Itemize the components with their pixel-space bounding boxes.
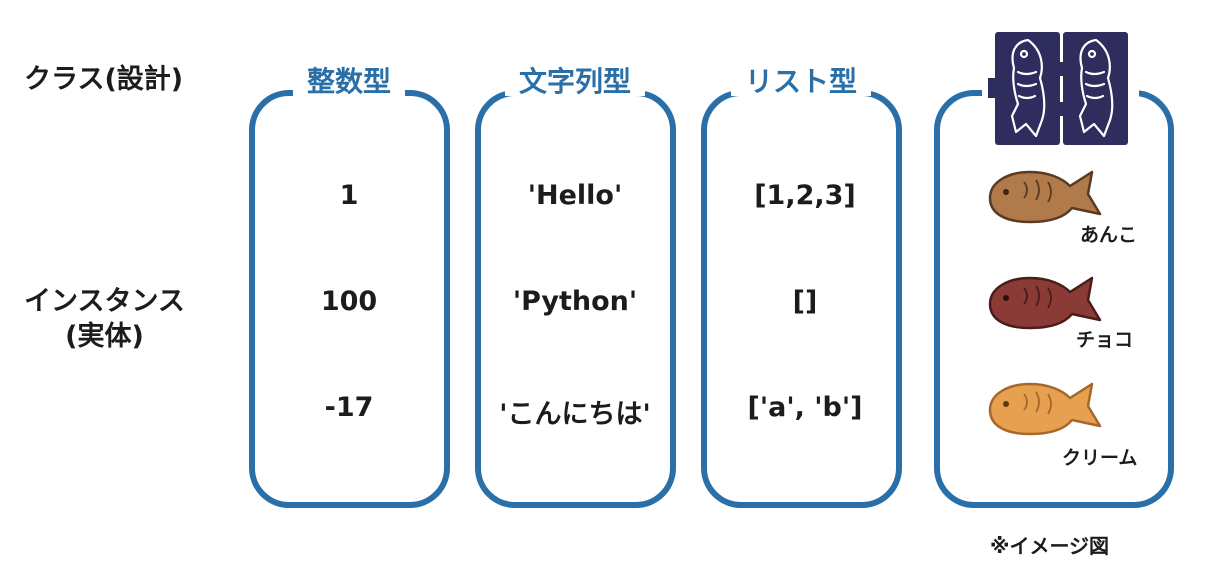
taiyaki-cream [984,376,1104,442]
int-value-3: -17 [324,392,374,423]
int-value-1: 1 [339,180,359,211]
str-value-1: 'Hello' [527,180,623,211]
instance-row-label: インスタンス (実体) [24,284,185,354]
str-value-3: 'こんにちは' [499,399,651,430]
taiyaki-cream-label: クリーム [1062,447,1138,469]
list-value-1: [1,2,3] [754,180,856,211]
int-type-title: 整数型 [292,68,406,96]
instance-label-line2: (実体) [65,321,144,353]
taiyaki-cream-icon [988,382,1102,436]
taiyaki-choco-label: チョコ [1076,329,1134,351]
list-value-2: [] [792,286,818,317]
str-value-2: 'Python' [512,286,638,317]
class-row-label: クラス(設計) [24,64,184,95]
str-type-title: 文字列型 [504,68,646,96]
image-note: ※イメージ図 [990,534,1110,558]
list-type-title: リスト型 [730,68,872,96]
taiyaki-mold-icon [982,32,1139,145]
list-value-3: ['a', 'b'] [747,392,863,423]
instance-label-line1: インスタンス [24,286,185,317]
int-value-2: 100 [320,286,378,317]
taiyaki-anko-icon [988,170,1102,224]
taiyaki-choco-icon [988,276,1102,330]
taiyaki-anko-label: あんこ [1080,224,1138,246]
